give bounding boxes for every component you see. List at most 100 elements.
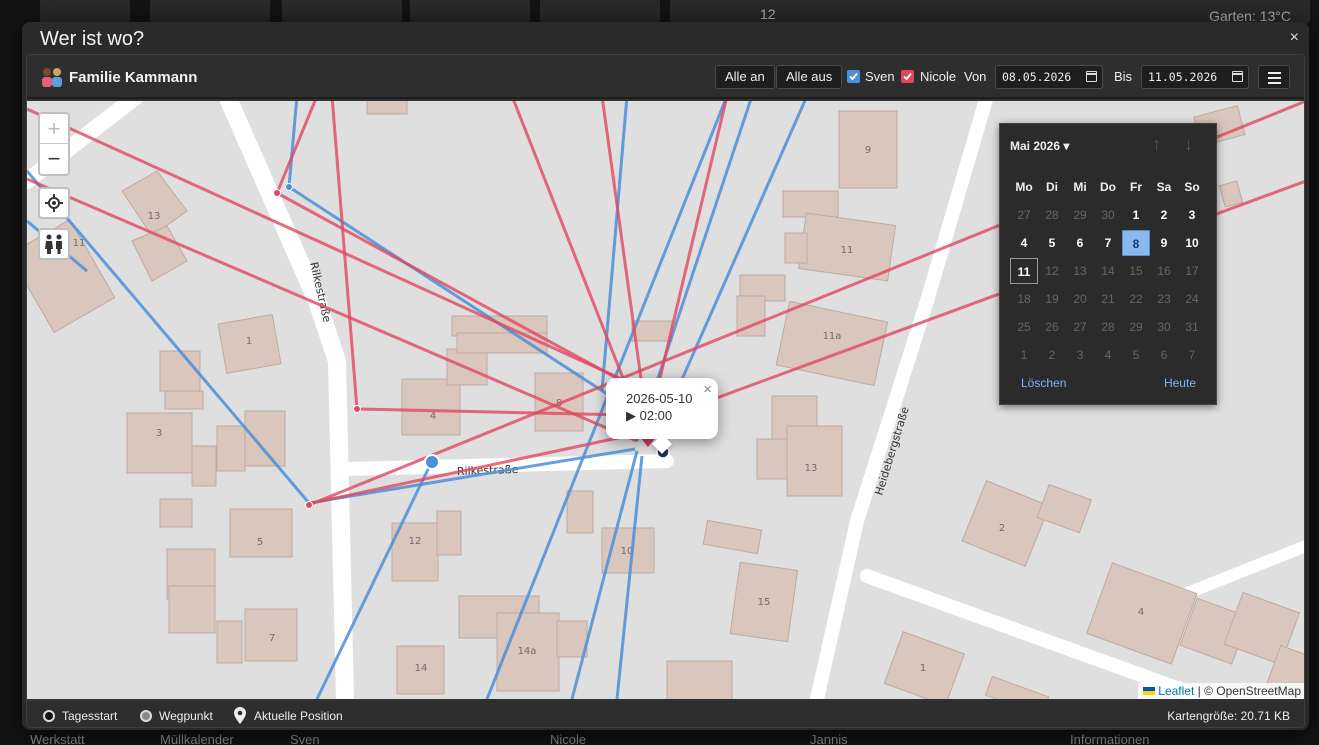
calendar-day: 3 bbox=[1076, 348, 1084, 362]
all-on-button[interactable]: Alle an bbox=[715, 65, 775, 89]
calendar-day[interactable]: 5 bbox=[1038, 230, 1066, 256]
day-start-marker[interactable] bbox=[424, 454, 440, 470]
calendar-icon[interactable] bbox=[1086, 71, 1097, 82]
house-number: 9 bbox=[865, 145, 871, 156]
nicole-checkbox[interactable] bbox=[901, 70, 914, 83]
house-number: 1 bbox=[246, 336, 252, 347]
tab-informationen[interactable]: Informationen bbox=[1070, 732, 1150, 745]
sven-label: Sven bbox=[865, 69, 895, 84]
family-panel: Familie Kammann Alle an Alle aus Sven Ni… bbox=[26, 54, 1305, 728]
waypoint-marker[interactable] bbox=[305, 501, 313, 509]
tv-tile[interactable] bbox=[150, 0, 270, 24]
family-title: Familie Kammann bbox=[69, 69, 198, 86]
calendar-day[interactable]: 4 bbox=[1010, 230, 1038, 256]
from-date-input[interactable]: 08.05.2026 bbox=[995, 65, 1103, 89]
shower-tile[interactable] bbox=[410, 0, 530, 24]
from-label: Von bbox=[964, 69, 987, 84]
zoom-out-button[interactable]: − bbox=[40, 144, 68, 174]
all-off-button[interactable]: Alle aus bbox=[776, 65, 843, 89]
family-filter-button[interactable] bbox=[38, 228, 70, 260]
card-tile[interactable] bbox=[540, 0, 660, 24]
prev-month-icon[interactable]: ↑ bbox=[1152, 134, 1161, 155]
home-tile[interactable] bbox=[40, 0, 130, 24]
calendar-day[interactable]: 8 bbox=[1122, 230, 1150, 256]
tab-jannis[interactable]: Jannis bbox=[810, 732, 848, 745]
house-number: 14 bbox=[415, 663, 428, 674]
calendar-day: 21 bbox=[1101, 292, 1115, 306]
calendar-day[interactable]: 10 bbox=[1178, 230, 1206, 256]
house-number: 13 bbox=[805, 463, 818, 474]
house-number: 7 bbox=[269, 633, 275, 644]
weekday-header: Sa bbox=[1156, 180, 1172, 194]
remote-tile[interactable] bbox=[282, 0, 402, 24]
weekday-header: Mo bbox=[1015, 180, 1033, 194]
calendar-icon[interactable] bbox=[1232, 71, 1243, 82]
to-date-input[interactable]: 11.05.2026 bbox=[1141, 65, 1249, 89]
clear-button[interactable]: Löschen bbox=[1021, 376, 1066, 390]
legend-day-start: Tagesstart bbox=[62, 709, 118, 723]
waypoint-marker[interactable] bbox=[353, 405, 361, 413]
calendar-day: 23 bbox=[1157, 292, 1171, 306]
house-number: 13 bbox=[148, 211, 161, 222]
calendar-day: 17 bbox=[1185, 264, 1199, 278]
calendar-day: 14 bbox=[1101, 264, 1115, 278]
tab-werkstatt[interactable]: Werkstatt bbox=[30, 732, 85, 745]
waypoint-marker[interactable] bbox=[273, 189, 281, 197]
dialog-title: Wer ist wo? bbox=[40, 28, 145, 50]
calendar-day: 28 bbox=[1101, 320, 1115, 334]
house-number: 11 bbox=[841, 245, 854, 256]
calendar-day: 15 bbox=[1129, 264, 1143, 278]
family-icon bbox=[45, 234, 62, 254]
calendar-day[interactable]: 7 bbox=[1094, 230, 1122, 256]
leaflet-link[interactable]: Leaflet bbox=[1158, 684, 1194, 698]
house-number: 11a bbox=[823, 331, 842, 342]
calendar-day: 12 bbox=[1045, 264, 1059, 278]
family-icon bbox=[42, 68, 62, 87]
zoom-control: + − bbox=[38, 112, 70, 176]
month-selector[interactable]: Mai 2026 ▾ bbox=[1010, 139, 1069, 153]
weekday-header: Mi bbox=[1073, 180, 1087, 194]
next-month-icon[interactable]: ↓ bbox=[1184, 134, 1193, 155]
today-button[interactable]: Heute bbox=[1164, 376, 1196, 390]
popup-time: ▶ 02:00 bbox=[626, 408, 673, 423]
calendar-day[interactable]: 1 bbox=[1122, 202, 1150, 228]
close-icon[interactable]: × bbox=[1290, 29, 1299, 47]
calendar-day: 5 bbox=[1132, 348, 1140, 362]
house-number: 4 bbox=[1138, 607, 1144, 618]
sven-checkbox[interactable] bbox=[847, 70, 860, 83]
calendar-day: 1 bbox=[1020, 348, 1028, 362]
day-start-icon bbox=[43, 710, 55, 722]
calendar-day[interactable]: 2 bbox=[1150, 202, 1178, 228]
house-number: 4 bbox=[430, 411, 436, 422]
zoom-in-button[interactable]: + bbox=[40, 114, 68, 144]
map-popup: 2026-05-10 ▶ 02:00 × bbox=[606, 378, 718, 439]
weekday-header: Di bbox=[1046, 180, 1058, 194]
menu-button[interactable] bbox=[1258, 65, 1290, 89]
calendar-day: 26 bbox=[1045, 320, 1059, 334]
calendar-day[interactable]: 9 bbox=[1150, 230, 1178, 256]
ukraine-flag-icon bbox=[1143, 687, 1156, 695]
calendar-day: 29 bbox=[1073, 208, 1087, 222]
calendar-day: 16 bbox=[1157, 264, 1171, 278]
weekday-header: Do bbox=[1100, 180, 1116, 194]
calendar-day[interactable]: 3 bbox=[1178, 202, 1206, 228]
house-number: 2 bbox=[999, 523, 1005, 534]
popup-close-icon[interactable]: × bbox=[703, 381, 712, 398]
house-number: 3 bbox=[156, 428, 162, 439]
tab-nicole[interactable]: Nicole bbox=[550, 732, 586, 745]
crosshair-icon bbox=[45, 194, 63, 212]
calendar-day: 4 bbox=[1104, 348, 1112, 362]
locate-button[interactable] bbox=[38, 187, 70, 219]
legend-current-position: Aktuelle Position bbox=[254, 709, 343, 723]
house-number: 1 bbox=[920, 663, 926, 674]
waypoint-marker[interactable] bbox=[285, 183, 293, 191]
calendar-day[interactable]: 6 bbox=[1066, 230, 1094, 256]
calendar-day: 31 bbox=[1185, 320, 1199, 334]
tab-sven[interactable]: Sven bbox=[290, 732, 320, 745]
calendar-day: 7 bbox=[1188, 348, 1196, 362]
map-legend: Tagesstart Wegpunkt Aktuelle Position Ka… bbox=[27, 701, 1304, 727]
dashboard-footer: Werkstatt Müllkalender Sven Nicole Janni… bbox=[0, 732, 1319, 745]
calendar-day: 30 bbox=[1157, 320, 1171, 334]
tab-muellkalender[interactable]: Müllkalender bbox=[160, 732, 234, 745]
calendar-day: 18 bbox=[1017, 292, 1031, 306]
